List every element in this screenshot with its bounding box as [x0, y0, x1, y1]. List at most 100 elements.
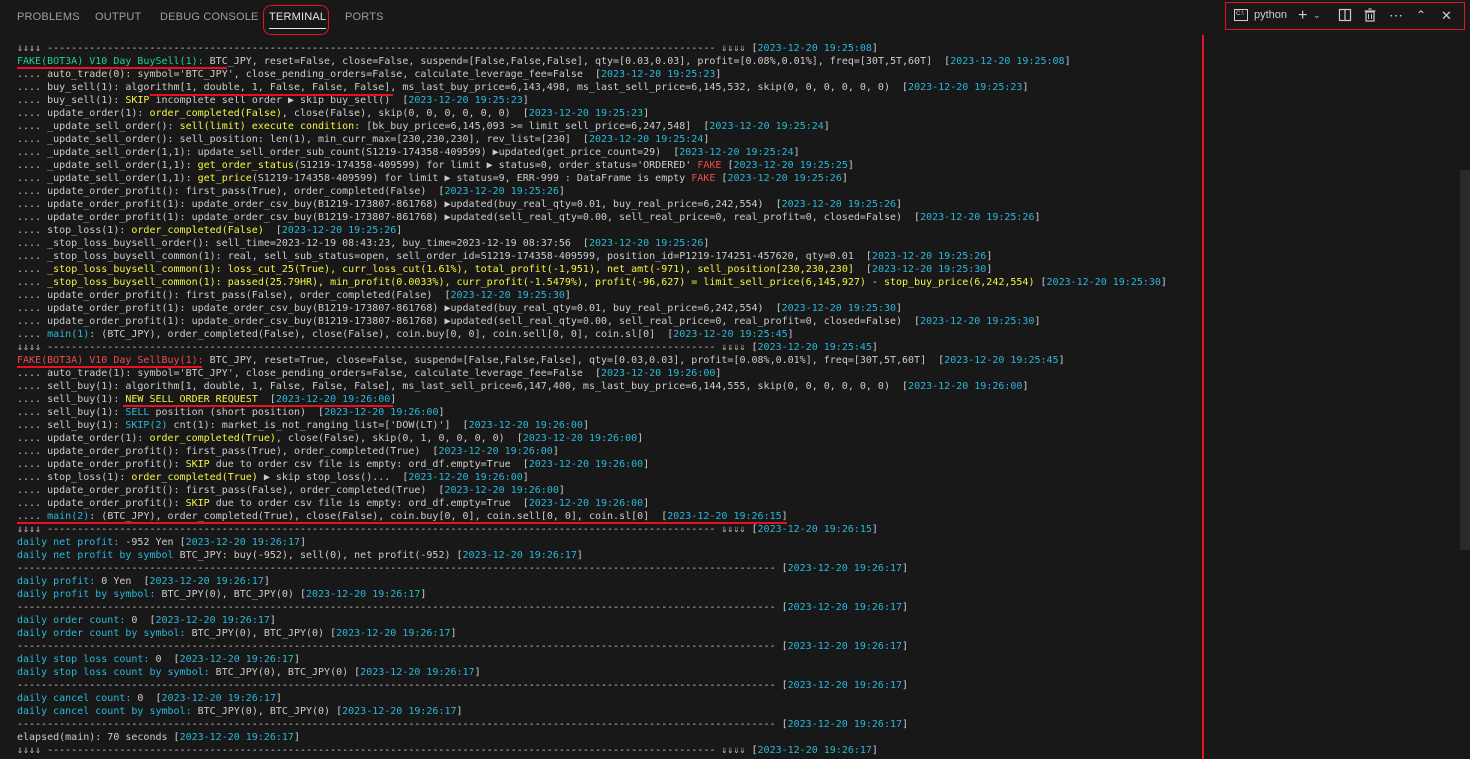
tab-problems[interactable]: PROBLEMS [17, 0, 80, 35]
terminal-line: daily stop loss count by symbol: BTC_JPY… [17, 666, 1197, 679]
terminal-text: ] [558, 485, 565, 496]
terminal-text: ] [1022, 82, 1029, 93]
terminal-text: [ [263, 225, 282, 236]
terminal-text: ----------------------------------------… [17, 563, 788, 574]
more-actions-icon[interactable]: ⋯ [1389, 3, 1403, 28]
terminal-text: FAKE [697, 160, 722, 171]
new-terminal-plus-icon[interactable]: + [1298, 3, 1307, 28]
terminal-text: 2023-12-20 19:26:00 [601, 368, 716, 379]
terminal-text: due to order csv file is empty: ord_df.e… [209, 459, 529, 470]
terminal-text: SKIP [185, 498, 210, 509]
annotation-underline [17, 67, 227, 69]
terminal-text: 2023-12-20 19:25:30 [920, 316, 1035, 327]
terminal-text: 2023-12-20 19:26:17 [161, 693, 276, 704]
terminal-text: 2023-12-20 19:26:00 [444, 485, 559, 496]
terminal-text: 2023-12-20 19:25:26 [588, 238, 704, 249]
terminal-line: .... update_order_profit(): first_pass(F… [17, 289, 1197, 302]
tab-output[interactable]: OUTPUT [95, 0, 141, 35]
terminal-text: .... _update_sell_order(1,1): [17, 160, 198, 171]
terminal-text: ----------------------------------------… [17, 680, 788, 691]
terminal-text: ] [703, 134, 710, 145]
terminal-text: 2023-12-20 19:26:17 [462, 550, 577, 561]
terminal-text: 2023-12-20 19:25:26 [444, 186, 559, 197]
terminal-text: 2023-12-20 19:25:08 [757, 43, 872, 54]
maximize-panel-chevron-up-icon[interactable]: ⌃ [1416, 3, 1426, 28]
terminal-text: ] [564, 290, 571, 301]
terminal-output[interactable]: ⇓⇓⇓⇓ -----------------------------------… [17, 42, 1197, 759]
terminal-text: 2023-12-20 19:25:26 [871, 251, 987, 262]
terminal-instance-name: python [1254, 9, 1288, 21]
terminal-line: ----------------------------------------… [17, 601, 1197, 614]
terminal-text: .... _update_sell_order(1,1): [17, 173, 198, 184]
tab-debug-console[interactable]: DEBUG CONSOLE [160, 0, 259, 35]
terminal-line: ⇓⇓⇓⇓ -----------------------------------… [17, 42, 1197, 55]
terminal-text: 2023-12-20 19:26:00 [528, 498, 644, 509]
terminal-text: ] [715, 368, 722, 379]
terminal-text: ] [299, 537, 307, 548]
terminal-text: ] [871, 43, 878, 54]
terminal-line: daily cancel count: 0 [2023-12-20 19:26:… [17, 692, 1197, 705]
terminal-line: ⇓⇓⇓⇓ -----------------------------------… [17, 523, 1197, 536]
terminal-text: .... update_order_profit(1): update_orde… [17, 199, 782, 210]
terminal-text: [ [715, 173, 728, 184]
terminal-text: ----------------------------------------… [17, 641, 788, 652]
terminal-text: 2023-12-20 19:26:00 [408, 472, 523, 483]
terminal-text: SKIP(2) [125, 420, 168, 431]
terminal-text: ] [420, 589, 427, 600]
terminal-text: ] [902, 719, 909, 730]
terminal-line: .... _update_sell_order(1,1): get_price(… [17, 172, 1197, 185]
close-panel-icon[interactable]: ✕ [1441, 3, 1452, 28]
terminal-line: daily profit: 0 Yen [2023-12-20 19:26:17… [17, 575, 1197, 588]
terminal-scrollbar[interactable] [1460, 170, 1470, 550]
terminal-text: daily profit by symbol: [17, 589, 156, 600]
trash-icon[interactable] [1363, 3, 1377, 28]
terminal-text: ] [269, 615, 276, 626]
terminal-text: .... auto_trade(0): symbol='BTC_JPY', cl… [17, 69, 601, 80]
terminal-text: SKIP [185, 459, 210, 470]
terminal-text: 2023-12-20 19:25:45 [944, 355, 1059, 366]
terminal-text: 2023-12-20 19:26:15 [667, 511, 782, 522]
terminal-text: BTC_JPY, reset=False, close=False, suspe… [203, 56, 951, 67]
terminal-text: .... _update_sell_order(): sell_position… [17, 134, 589, 145]
tab-ports[interactable]: PORTS [345, 0, 384, 35]
terminal-line: .... _stop_loss_buysell_common(1): loss_… [17, 263, 1197, 276]
terminal-text: ] [643, 459, 650, 470]
terminal-text: 2023-12-20 19:25:30 [781, 303, 896, 314]
terminal-text: order_completed(False) [131, 225, 264, 236]
terminal-text: BTC_JPY(0), BTC_JPY(0) [ [155, 589, 307, 600]
terminal-text: ] [558, 186, 565, 197]
terminal-text: ] [896, 199, 903, 210]
terminal-text: 2023-12-20 19:26:00 [528, 459, 644, 470]
terminal-line: daily net profit by symbol BTC_JPY: buy(… [17, 549, 1197, 562]
terminal-text: : (BTC_JPY), order_completed(True), clos… [89, 511, 668, 522]
terminal-text: .... stop_loss(1): [17, 472, 132, 483]
annotation-underline [17, 366, 202, 368]
terminal-text: BTC_JPY(0), BTC_JPY(0) [ [185, 628, 337, 639]
terminal-text: 2023-12-20 19:26:00 [468, 420, 583, 431]
terminal-text: main(2) [47, 511, 90, 522]
terminal-text: ] [396, 225, 403, 236]
terminal-line: .... update_order_profit(): SKIP due to … [17, 458, 1197, 471]
terminal-text: FAKE [691, 173, 716, 184]
terminal-text: 2023-12-20 19:25:25 [733, 160, 848, 171]
terminal-text: ] [871, 524, 878, 535]
terminal-text: order_completed(True) [131, 472, 258, 483]
terminal-text: 2023-12-20 19:26:17 [336, 628, 451, 639]
terminal-text: ] [263, 576, 270, 587]
terminal-text: get_order_status [197, 160, 294, 171]
terminal-tab-annotation [263, 5, 329, 35]
terminal-text: BTC_JPY, reset=True, close=False, suspen… [203, 355, 945, 366]
terminal-text: ] [781, 511, 788, 522]
terminal-instance-select[interactable]: C:\ python [1226, 3, 1296, 28]
panel-tab-bar: PROBLEMS OUTPUT DEBUG CONSOLE TERMINAL P… [0, 0, 1470, 35]
terminal-text: .... sell_buy(1): [17, 420, 126, 431]
terminal-text: ] [390, 394, 397, 405]
terminal-line: .... update_order_profit(): first_pass(F… [17, 484, 1197, 497]
terminal-line: .... _stop_loss_buysell_order(): sell_ti… [17, 237, 1197, 250]
chevron-down-icon[interactable]: ⌄ [1313, 3, 1321, 28]
terminal-text: ] [715, 69, 722, 80]
terminal-text: 2023-12-20 19:26:00 [908, 381, 1023, 392]
terminal-text: 2023-12-20 19:25:30 [1046, 277, 1161, 288]
terminal-line: elapsed(main): 70 seconds [2023-12-20 19… [17, 731, 1197, 744]
split-terminal-icon[interactable] [1338, 3, 1352, 28]
